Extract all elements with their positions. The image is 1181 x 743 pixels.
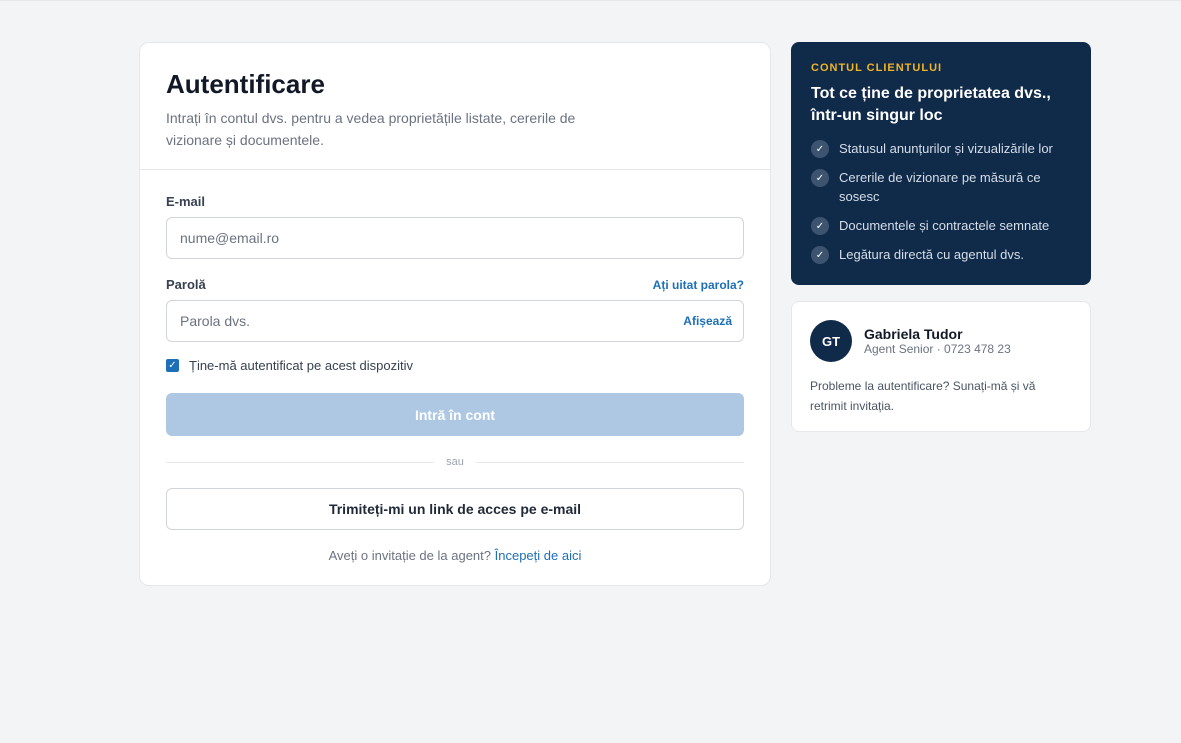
feature-item: ✓ Cererile de vizionare pe măsură ce sos… bbox=[811, 168, 1071, 206]
check-icon: ✓ bbox=[811, 140, 829, 158]
or-divider: sau bbox=[166, 456, 744, 468]
password-field-wrapper: Afișează bbox=[166, 300, 744, 342]
features-panel: CONTUL CLIENTULUI Tot ce ține de proprie… bbox=[791, 42, 1091, 285]
top-border bbox=[0, 0, 1181, 1]
agent-name: Gabriela Tudor bbox=[864, 326, 963, 342]
invite-start-link[interactable]: Începeți de aici bbox=[495, 548, 582, 563]
password-field[interactable] bbox=[180, 313, 660, 329]
agent-meta: Agent Senior · 0723 478 23 bbox=[864, 342, 1011, 356]
forgot-password-link[interactable]: Ați uitat parola? bbox=[653, 278, 744, 292]
email-field-wrapper bbox=[166, 217, 744, 259]
email-field[interactable] bbox=[180, 230, 660, 246]
check-icon: ✓ bbox=[811, 246, 829, 264]
magic-link-button[interactable]: Trimiteți-mi un link de acces pe e-mail bbox=[166, 488, 744, 530]
feature-text: Statusul anunțurilor și vizualizările lo… bbox=[839, 141, 1053, 156]
feature-text: Cererile de vizionare pe măsură ce soses… bbox=[839, 170, 1041, 204]
invite-row: Aveți o invitație de la agent? Începeți … bbox=[166, 548, 744, 563]
remember-me-checkbox[interactable]: ✓ bbox=[166, 359, 179, 372]
divider-line-left bbox=[166, 461, 435, 463]
check-icon: ✓ bbox=[811, 169, 829, 187]
remember-me-label[interactable]: Ține-mă autentificat pe acest dispozitiv bbox=[189, 358, 413, 373]
remember-me-row: ✓ Ține-mă autentificat pe acest dispozit… bbox=[166, 358, 744, 373]
password-label: Parolă bbox=[166, 277, 206, 292]
password-label-row: Parolă Ați uitat parola? bbox=[166, 277, 744, 293]
agent-note: Probleme la autentificare? Sunați-mă și … bbox=[810, 379, 1036, 413]
feature-text: Documentele și contractele semnate bbox=[839, 218, 1050, 233]
email-label: E-mail bbox=[166, 194, 206, 209]
features-eyebrow: CONTUL CLIENTULUI bbox=[811, 62, 943, 74]
divider-line-right bbox=[475, 461, 744, 463]
invite-prompt: Aveți o invitație de la agent? bbox=[328, 548, 491, 563]
feature-item: ✓ Legătura directă cu agentul dvs. bbox=[811, 245, 1071, 264]
avatar: GT bbox=[810, 320, 852, 362]
feature-item: ✓ Statusul anunțurilor și vizualizările … bbox=[811, 139, 1071, 158]
show-password-button[interactable]: Afișează bbox=[683, 314, 732, 328]
submit-button[interactable]: Intră în cont bbox=[166, 393, 744, 436]
features-list: ✓ Statusul anunțurilor și vizualizările … bbox=[811, 139, 1071, 264]
login-card: Autentificare Intrați în contul dvs. pen… bbox=[139, 42, 771, 586]
check-icon: ✓ bbox=[811, 217, 829, 235]
feature-item: ✓ Documentele și contractele semnate bbox=[811, 216, 1071, 235]
agent-card: GT Gabriela Tudor Agent Senior · 0723 47… bbox=[791, 301, 1091, 432]
login-header: Autentificare Intrați în contul dvs. pen… bbox=[140, 43, 770, 170]
page-title: Autentificare bbox=[166, 69, 325, 99]
page-subtitle: Intrați în contul dvs. pentru a vedea pr… bbox=[166, 110, 576, 148]
divider-text: sau bbox=[446, 456, 464, 468]
agent-row: GT Gabriela Tudor Agent Senior · 0723 47… bbox=[810, 320, 1072, 362]
agent-info: Gabriela Tudor Agent Senior · 0723 478 2… bbox=[864, 326, 1011, 356]
feature-text: Legătura directă cu agentul dvs. bbox=[839, 247, 1025, 262]
features-title: Tot ce ține de proprietatea dvs., într-u… bbox=[811, 85, 1051, 124]
login-form: E-mail Parolă Ați uitat parola? Afișează… bbox=[140, 170, 770, 563]
